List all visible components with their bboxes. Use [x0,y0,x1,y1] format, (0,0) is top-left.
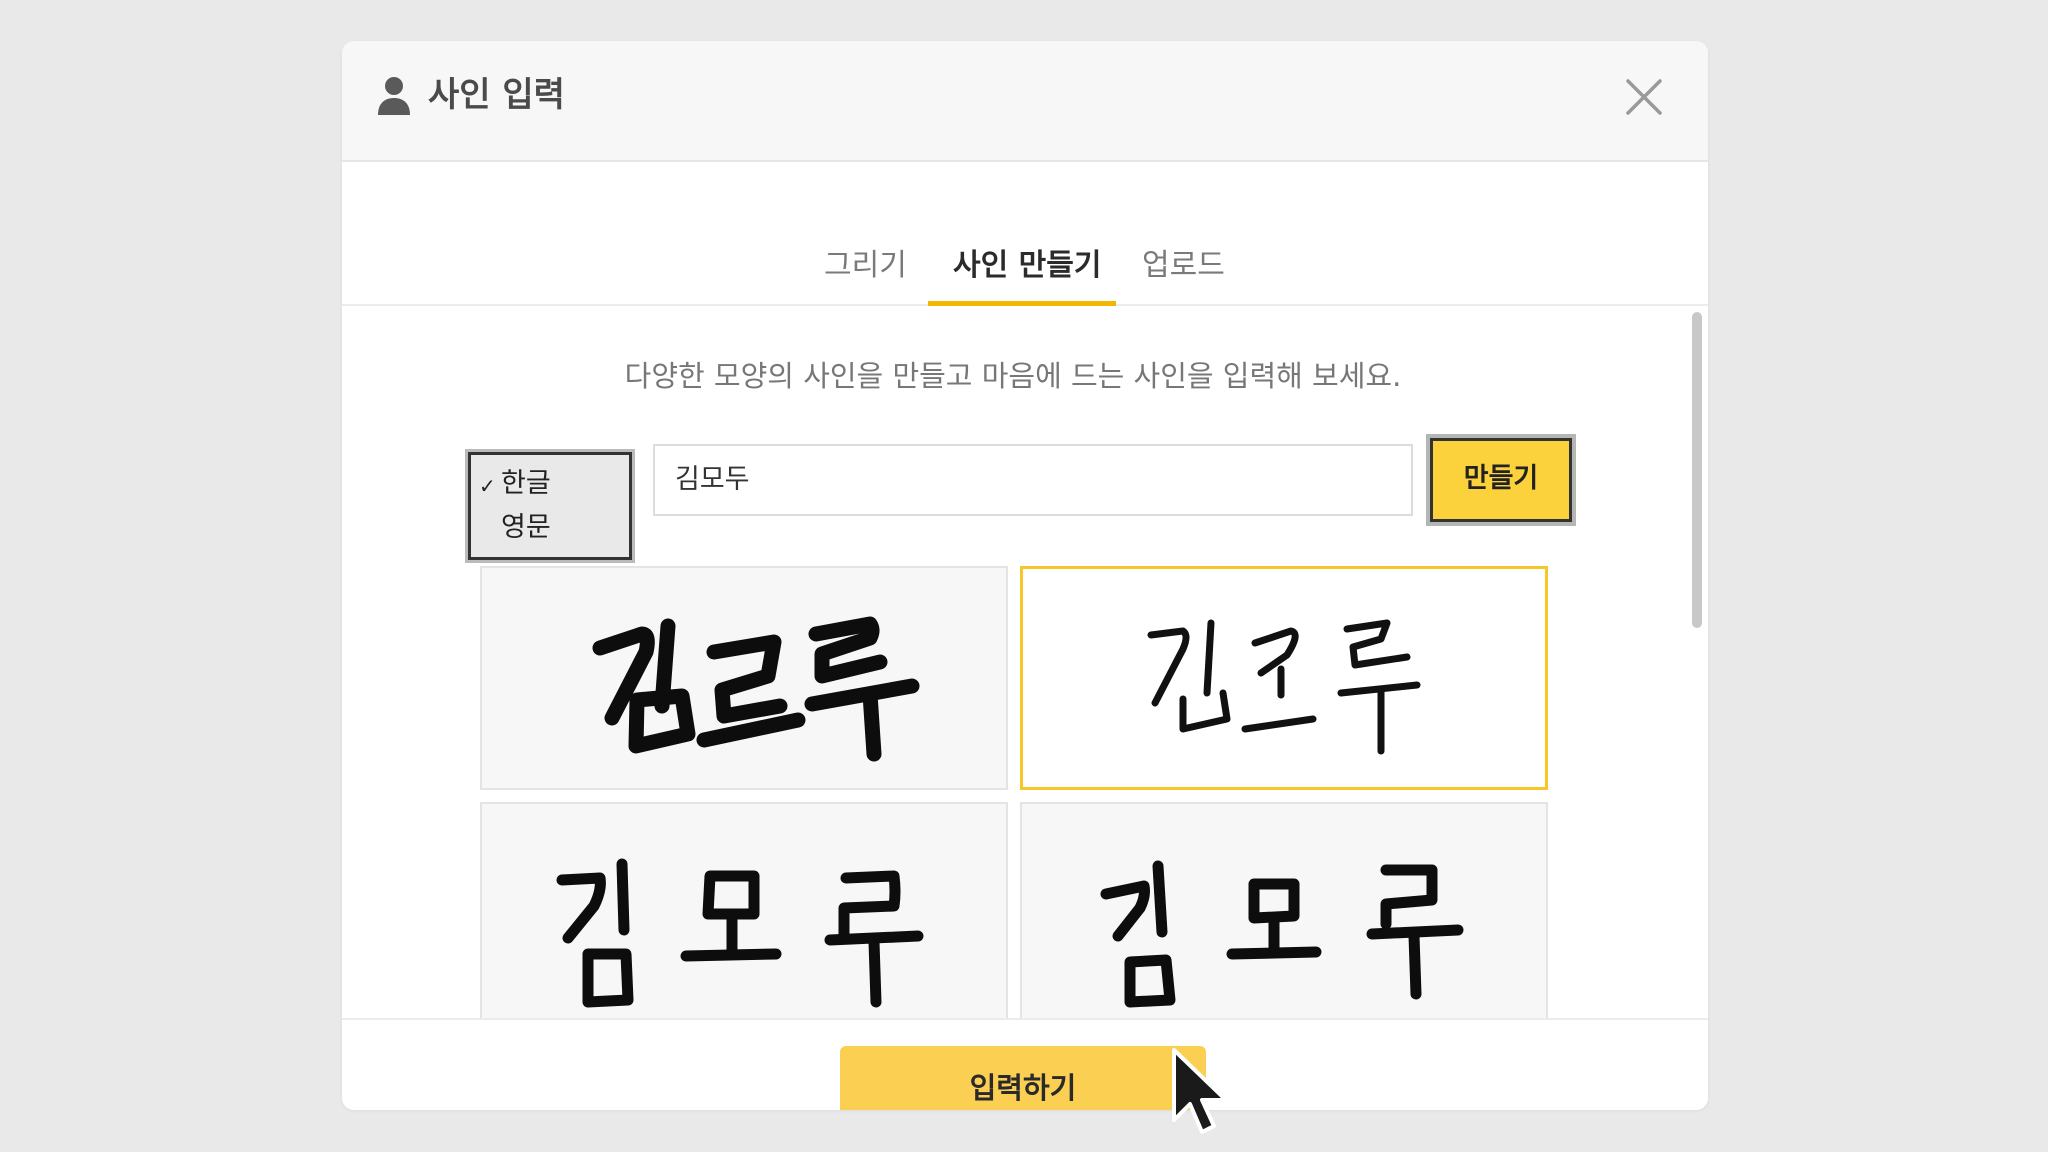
signature-modal: 사인 입력 그리기 사인 만들기 업로드 다양한 모양의 사인을 만들고 마음에… [342,41,1708,1110]
language-option-english[interactable]: 영문 [501,509,551,547]
signature-image [592,616,920,762]
submit-button[interactable]: 입력하기 [840,1046,1206,1110]
signature-option-3[interactable] [480,802,1008,1018]
tab-draw[interactable]: 그리기 [824,242,907,306]
modal-title: 사인 입력 [428,75,565,115]
signature-image [556,858,924,1008]
user-icon [378,77,410,115]
check-icon: ✓ [479,474,496,498]
signature-image [1147,619,1421,755]
signature-image [1100,860,1464,1008]
signature-option-2[interactable] [1020,566,1548,790]
tab-upload[interactable]: 업로드 [1142,242,1225,306]
signature-option-1[interactable] [480,566,1008,790]
language-option-korean[interactable]: 한글 [501,465,551,503]
signature-option-4[interactable] [1020,802,1548,1018]
mouse-cursor-icon [1172,1048,1228,1134]
description-text: 다양한 모양의 사인을 만들고 마음에 드는 사인을 입력해 보세요. [624,359,1402,393]
modal-header: 사인 입력 [342,41,1708,162]
close-icon[interactable] [1620,73,1668,121]
tab-create-signature[interactable]: 사인 만들기 [953,242,1101,306]
scrollbar-thumb[interactable] [1692,312,1702,628]
content-area: 다양한 모양의 사인을 만들고 마음에 드는 사인을 입력해 보세요. 김모두 … [342,306,1684,1018]
make-button[interactable]: 만들기 [1426,434,1576,526]
modal-footer: 입력하기 [342,1018,1708,1110]
name-input[interactable]: 김모두 [653,444,1413,516]
tab-bar: 그리기 사인 만들기 업로드 [342,162,1708,306]
language-dropdown[interactable]: ✓ 한글 영문 [465,449,635,563]
